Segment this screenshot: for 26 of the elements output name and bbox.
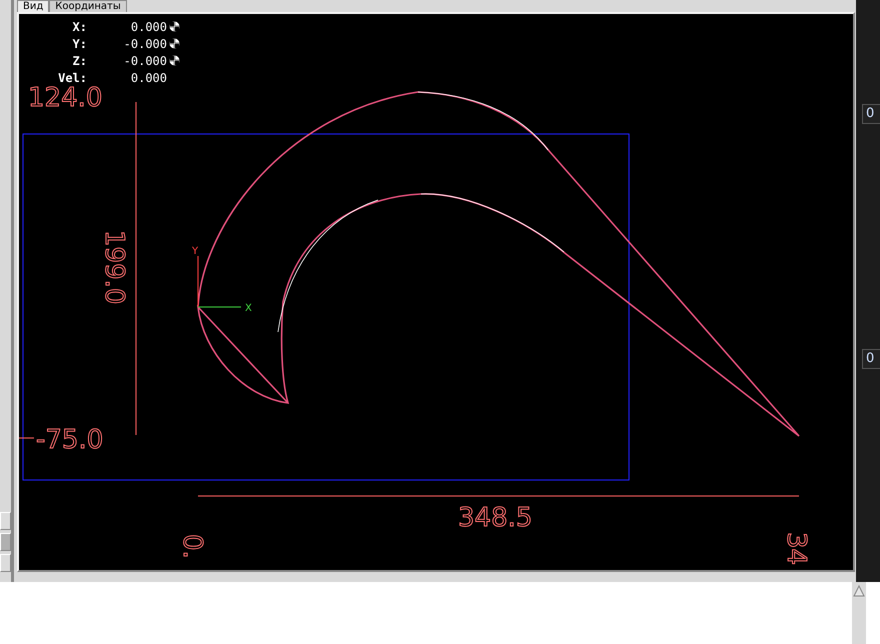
side-button[interactable] xyxy=(0,554,11,572)
axis-label: Y xyxy=(192,246,198,257)
axis-label: X xyxy=(245,303,252,314)
axis-label: X: xyxy=(72,20,87,34)
dimension-label: 199.0 xyxy=(99,230,129,304)
x-axis-line xyxy=(198,306,242,308)
dimension-label: 0. xyxy=(177,534,207,559)
axis-label: Vel: xyxy=(57,70,87,84)
axis-value: -0.000 xyxy=(122,36,167,50)
axis-value: 0.000 xyxy=(130,20,167,34)
value-field[interactable]: 0 xyxy=(862,104,880,124)
scrollbar[interactable] xyxy=(852,582,866,644)
tab[interactable]: Координаты xyxy=(49,0,127,12)
value-field[interactable]: 0 xyxy=(862,349,880,369)
side-button[interactable] xyxy=(0,533,11,551)
dimension-label: 124.0 xyxy=(28,83,102,113)
axis-value: -0.000 xyxy=(122,54,167,68)
side-button[interactable] xyxy=(0,512,11,530)
axis-label: Y: xyxy=(72,36,87,50)
dimension-label: 34 xyxy=(781,532,811,566)
dimension-label: -75.0 xyxy=(36,425,104,455)
scroll-up-icon[interactable] xyxy=(852,584,866,598)
axis-value: 0.000 xyxy=(130,70,167,84)
dimension-label: 348.5 xyxy=(458,503,532,533)
tab[interactable]: Вид xyxy=(17,0,50,12)
axis-label: Z: xyxy=(72,54,87,68)
